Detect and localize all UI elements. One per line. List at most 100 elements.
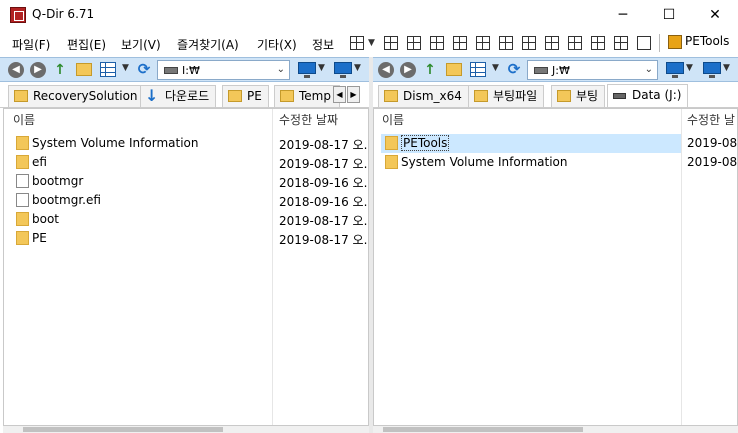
list-item-selected[interactable]: PETools 2019-08 — [381, 134, 738, 153]
file-date: 2019-08 — [687, 136, 738, 150]
layout-11-icon[interactable] — [614, 36, 628, 50]
scrollbar-thumb[interactable] — [23, 427, 223, 432]
refresh-icon[interactable]: ⟳ — [136, 61, 152, 77]
maximize-button[interactable]: ☐ — [646, 0, 692, 30]
list-item[interactable]: efi 2019-08-17 오... — [16, 153, 368, 172]
monitor-dropdown-icon[interactable]: ▼ — [686, 63, 693, 73]
drive-icon — [164, 67, 178, 74]
left-address-bar[interactable]: I:₩ ⌄ — [157, 60, 290, 80]
right-address-text: J:₩ — [552, 64, 570, 77]
address-dropdown-icon[interactable]: ⌄ — [645, 64, 653, 75]
layout-dropdown-icon[interactable]: ▼ — [368, 38, 375, 48]
view-mode-icon[interactable] — [470, 62, 486, 77]
desktop-dropdown-icon[interactable]: ▼ — [723, 63, 730, 73]
forward-icon[interactable]: ▶ — [30, 62, 46, 78]
menu-edit[interactable]: 편집(E) — [67, 36, 106, 53]
right-file-list[interactable]: 이름 수정한 날 PETools 2019-08 System Volume I… — [373, 108, 738, 426]
petools-button[interactable]: PETools — [668, 34, 729, 54]
menu-favorites[interactable]: 즐겨찾기(A) — [177, 36, 239, 53]
address-dropdown-icon[interactable]: ⌄ — [277, 64, 285, 75]
tab-dism-x64[interactable]: Dism_x64 — [378, 85, 469, 107]
layout-10-icon[interactable] — [591, 36, 605, 50]
file-date: 2019-08-17 오... — [279, 214, 369, 228]
folder-icon — [385, 136, 398, 150]
layout-12-icon[interactable] — [637, 36, 651, 50]
folder-icon — [280, 90, 294, 102]
desktop-icon[interactable] — [703, 62, 721, 78]
new-folder-icon[interactable] — [446, 63, 462, 76]
tab-temp[interactable]: Temp — [274, 85, 340, 107]
tab-pe[interactable]: PE — [222, 85, 269, 107]
tab-recoverysolution[interactable]: RecoverySolution — [8, 85, 145, 107]
desktop-dropdown-icon[interactable]: ▼ — [354, 63, 361, 73]
right-horizontal-scrollbar[interactable] — [373, 426, 738, 433]
file-date: 2019-08-17 오... — [279, 138, 369, 152]
layout-5-icon[interactable] — [476, 36, 490, 50]
layout-6-icon[interactable] — [499, 36, 513, 50]
layout-icon[interactable] — [350, 36, 364, 50]
folder-icon — [16, 155, 29, 169]
minimize-button[interactable]: ─ — [600, 0, 646, 30]
menu-info[interactable]: 정보 — [312, 36, 334, 53]
folder-icon — [474, 90, 488, 102]
left-address-text: I:₩ — [182, 64, 200, 77]
column-date-header[interactable]: 수정한 날 — [687, 111, 735, 131]
back-icon[interactable]: ◀ — [378, 62, 394, 78]
up-folder-icon[interactable]: ↑ — [52, 62, 68, 78]
close-button[interactable]: ✕ — [692, 0, 738, 30]
folder-icon — [228, 90, 242, 102]
file-name: boot — [32, 212, 60, 226]
list-item[interactable]: System Volume Information 2019-08-17 오..… — [16, 134, 369, 153]
left-pane-toolbar: ◀ ▶ ↑ ▼ ⟳ I:₩ ⌄ ▼ ▼ — [0, 57, 369, 82]
tab-data-j[interactable]: Data (J:) — [607, 84, 689, 107]
folder-icon — [16, 231, 29, 245]
layout-4-icon[interactable] — [453, 36, 467, 50]
layout-1-icon[interactable] — [384, 36, 398, 50]
scrollbar-thumb[interactable] — [383, 427, 583, 432]
layout-8-icon[interactable] — [545, 36, 559, 50]
list-item[interactable]: System Volume Information 2019-08 — [385, 153, 738, 172]
monitor-dropdown-icon[interactable]: ▼ — [318, 63, 325, 73]
back-icon[interactable]: ◀ — [8, 62, 24, 78]
desktop-icon[interactable] — [334, 62, 352, 78]
tab-label: 부팅파일 — [493, 89, 538, 103]
list-item[interactable]: bootmgr.efi 2018-09-16 오... — [16, 191, 368, 210]
layout-2-icon[interactable] — [407, 36, 421, 50]
list-item[interactable]: boot 2019-08-17 오... — [16, 210, 369, 229]
refresh-icon[interactable]: ⟳ — [506, 61, 522, 77]
menu-file[interactable]: 파일(F) — [12, 36, 50, 53]
toolbar-separator — [659, 34, 660, 52]
up-folder-icon[interactable]: ↑ — [422, 62, 438, 78]
layout-7-icon[interactable] — [522, 36, 536, 50]
tab-boot[interactable]: 부팅 — [551, 85, 606, 107]
right-address-bar[interactable]: J:₩ ⌄ — [527, 60, 658, 80]
tab-boot-files[interactable]: 부팅파일 — [468, 85, 545, 107]
column-name-header[interactable]: 이름 — [13, 111, 35, 131]
view-mode-icon[interactable] — [100, 62, 116, 77]
list-item[interactable]: bootmgr 2018-09-16 오... — [16, 172, 368, 191]
monitor-icon[interactable] — [666, 62, 684, 78]
left-file-list[interactable]: 이름 수정한 날짜 System Volume Information 2019… — [3, 108, 369, 426]
tab-label: 다운로드 — [165, 89, 210, 103]
view-dropdown-icon[interactable]: ▼ — [492, 63, 499, 73]
folder-icon — [16, 212, 29, 226]
column-name-header[interactable]: 이름 — [382, 111, 404, 131]
folder-icon — [384, 90, 398, 102]
window-title: Q-Dir 6.71 — [32, 7, 95, 21]
menu-extras[interactable]: 기타(X) — [257, 36, 297, 53]
tab-scroll-right-icon[interactable]: ▶ — [347, 86, 360, 103]
forward-icon[interactable]: ▶ — [400, 62, 416, 78]
layout-3-icon[interactable] — [430, 36, 444, 50]
tab-scroll-left-icon[interactable]: ◀ — [333, 86, 346, 103]
monitor-icon[interactable] — [298, 62, 316, 78]
list-item[interactable]: PE 2019-08-17 오... — [16, 229, 368, 248]
menu-view[interactable]: 보기(V) — [121, 36, 161, 53]
tab-downloads[interactable]: ↓ 다운로드 — [140, 85, 217, 107]
file-name: PE — [32, 231, 47, 245]
new-folder-icon[interactable] — [76, 63, 92, 76]
layout-9-icon[interactable] — [568, 36, 582, 50]
left-horizontal-scrollbar[interactable] — [3, 426, 369, 433]
file-date: 2019-08 — [687, 155, 738, 169]
view-dropdown-icon[interactable]: ▼ — [122, 63, 129, 73]
column-date-header[interactable]: 수정한 날짜 — [279, 111, 338, 131]
